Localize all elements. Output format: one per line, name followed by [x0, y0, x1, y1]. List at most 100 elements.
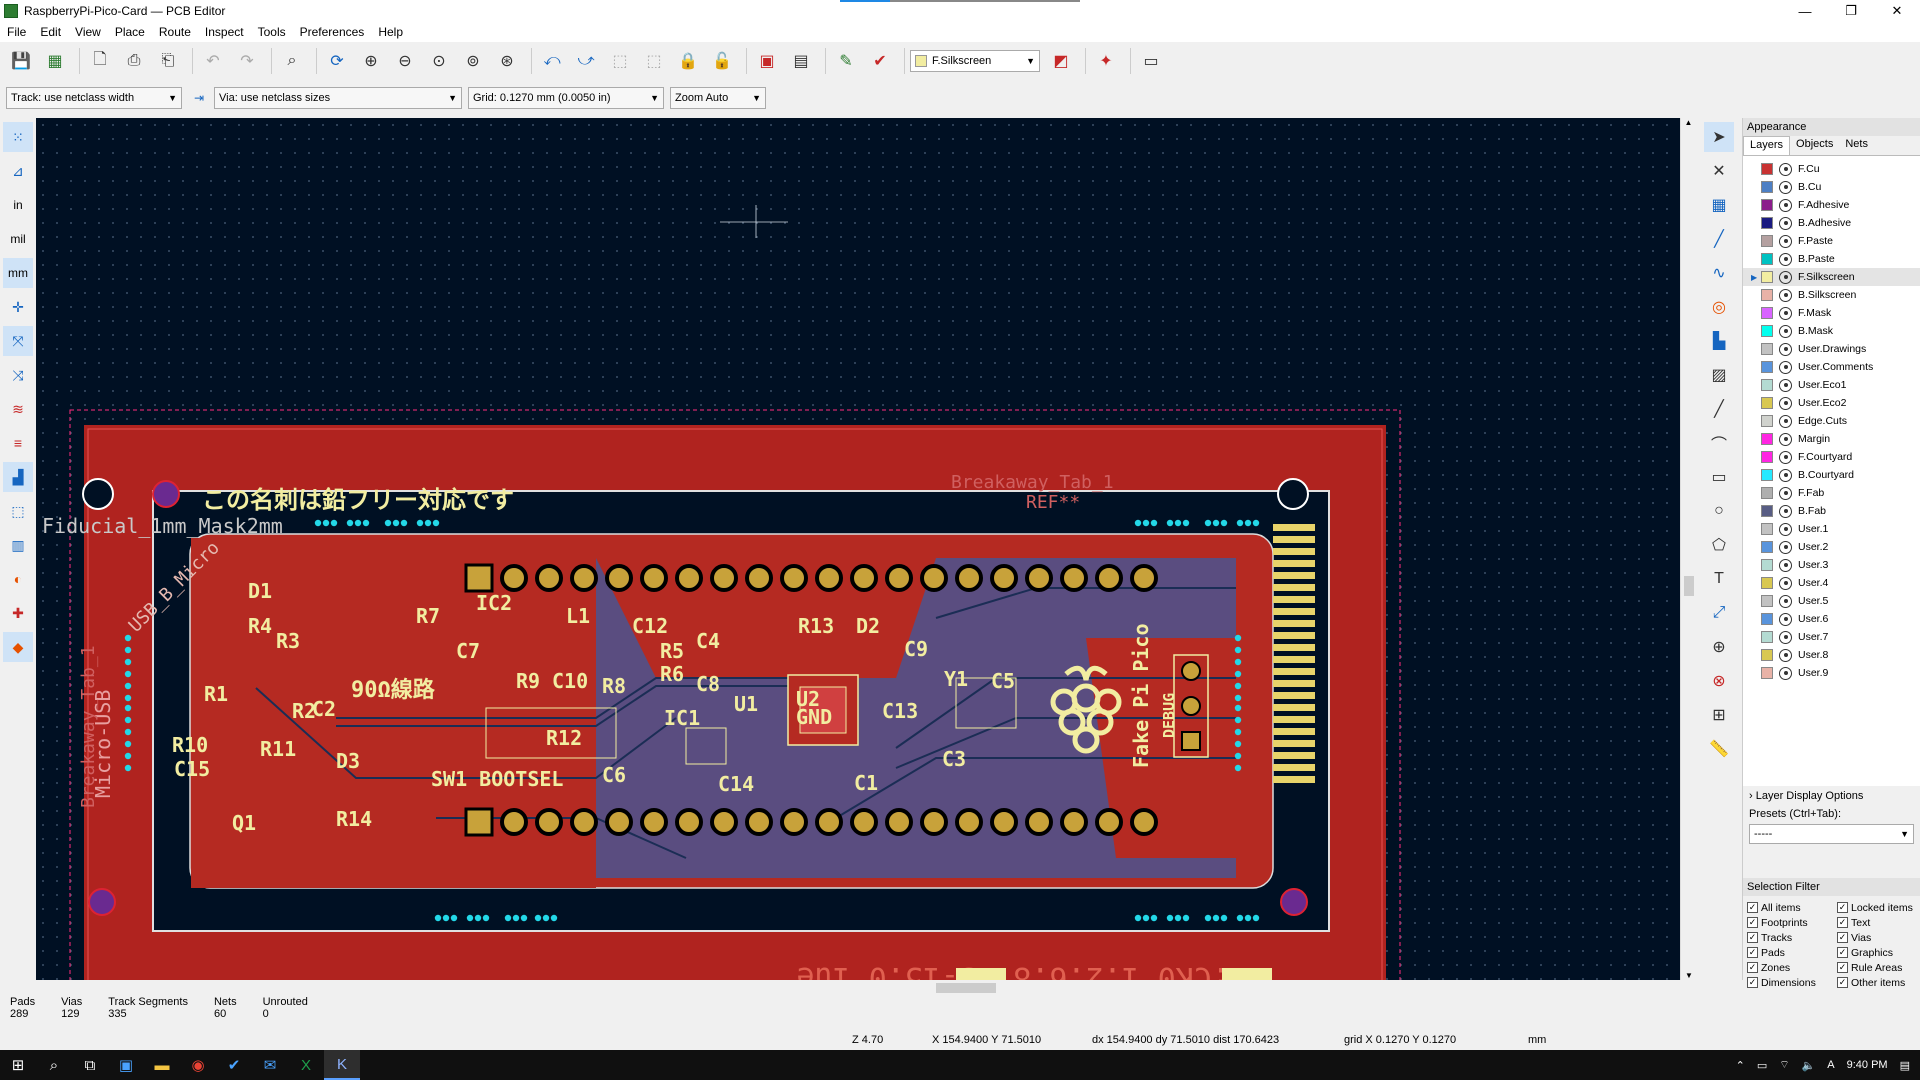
volume-icon[interactable]: 🔈 — [1802, 1059, 1816, 1072]
layer-row[interactable]: User.9 — [1743, 664, 1920, 682]
draw-rectangle-icon[interactable]: ▭ — [1704, 462, 1734, 492]
add-via-icon[interactable]: ◎ — [1704, 292, 1734, 322]
via-display-icon[interactable]: ⬚ — [3, 496, 33, 526]
eye-icon[interactable] — [1779, 522, 1792, 536]
lock-icon[interactable]: 🔒 — [673, 46, 703, 76]
eye-icon[interactable] — [1779, 648, 1792, 662]
tab-nets[interactable]: Nets — [1839, 136, 1874, 155]
checkbox-checked-icon[interactable]: ✓ — [1837, 917, 1848, 928]
ratsnest-icon[interactable]: ⤧ — [3, 326, 33, 356]
eye-icon[interactable] — [1779, 576, 1792, 590]
select-tool-icon[interactable]: ➤ — [1704, 122, 1734, 152]
layer-row[interactable]: User.7 — [1743, 628, 1920, 646]
layer-row[interactable]: F.Cu — [1743, 160, 1920, 178]
kicad-taskbar-icon[interactable]: K — [324, 1050, 360, 1080]
auto-width-icon[interactable]: ⇥ — [188, 87, 210, 109]
checkbox-checked-icon[interactable]: ✓ — [1837, 977, 1848, 988]
layer-row[interactable]: User.5 — [1743, 592, 1920, 610]
layer-color-swatch[interactable] — [1761, 415, 1773, 427]
eye-icon[interactable] — [1779, 342, 1792, 356]
layers-manager-icon[interactable]: ◆ — [3, 632, 33, 662]
track-outline-icon[interactable]: ▥ — [3, 530, 33, 560]
layer-row[interactable]: Edge.Cuts — [1743, 412, 1920, 430]
search-icon[interactable]: ⌕ — [36, 1050, 72, 1080]
menu-tools[interactable]: Tools — [251, 25, 293, 39]
layer-row[interactable]: User.8 — [1743, 646, 1920, 664]
presets-dropdown[interactable]: ----- ▼ — [1749, 824, 1914, 844]
layer-row[interactable]: User.Drawings — [1743, 340, 1920, 358]
menu-help[interactable]: Help — [371, 25, 410, 39]
checkbox-checked-icon[interactable]: ✓ — [1747, 962, 1758, 973]
eye-icon[interactable] — [1779, 486, 1792, 500]
find-icon[interactable]: ⌕ — [277, 46, 307, 76]
layer-row[interactable]: F.Courtyard — [1743, 448, 1920, 466]
selection-filter-checkbox[interactable]: ✓ Zones — [1747, 960, 1837, 975]
network-icon[interactable]: ⌔ — [1779, 1058, 1789, 1072]
selection-filter-checkbox[interactable]: ✓ Vias — [1837, 930, 1920, 945]
zoom-objects-icon[interactable]: ⊚ — [458, 46, 488, 76]
tray-chevron-icon[interactable]: ⌃ — [1736, 1059, 1745, 1072]
eye-icon[interactable] — [1779, 360, 1792, 374]
layer-row[interactable]: F.Mask — [1743, 304, 1920, 322]
layer-color-swatch[interactable] — [1761, 181, 1773, 193]
layer-row[interactable]: User.Eco1 — [1743, 376, 1920, 394]
add-footprint-icon[interactable]: ▦ — [1704, 190, 1734, 220]
print-icon[interactable]: ⎙ — [119, 46, 149, 76]
start-icon[interactable]: ⊞ — [0, 1050, 36, 1080]
horizontal-scrollbar[interactable] — [36, 980, 1696, 996]
checkbox-checked-icon[interactable]: ✓ — [1837, 902, 1848, 913]
zoom-out-icon[interactable]: ⊖ — [390, 46, 420, 76]
checkbox-checked-icon[interactable]: ✓ — [1747, 932, 1758, 943]
layer-color-swatch[interactable] — [1761, 397, 1773, 409]
tab-layers[interactable]: Layers — [1743, 136, 1791, 155]
selection-filter-checkbox[interactable]: ✓ Tracks — [1747, 930, 1837, 945]
save-icon[interactable]: 💾 — [6, 46, 36, 76]
layer-row[interactable]: Margin — [1743, 430, 1920, 448]
layer-row[interactable]: F.Paste — [1743, 232, 1920, 250]
net-inspector-icon[interactable]: ✚ — [3, 598, 33, 628]
scroll-down-icon[interactable]: ▼ — [1681, 971, 1697, 980]
layer-color-swatch[interactable] — [1761, 253, 1773, 265]
cursor-shape-icon[interactable]: ✛ — [3, 292, 33, 322]
eye-icon[interactable] — [1779, 234, 1792, 248]
eye-icon[interactable] — [1779, 324, 1792, 338]
mail-icon[interactable]: ✉ — [252, 1050, 288, 1080]
set-origin-icon[interactable]: ⊞ — [1704, 700, 1734, 730]
zone-fill-icon[interactable]: ≋ — [3, 394, 33, 424]
layer-color-swatch[interactable] — [1761, 577, 1773, 589]
layer-color-swatch[interactable] — [1761, 667, 1773, 679]
draw-arc-icon[interactable]: ⌒ — [1704, 428, 1734, 458]
battery-icon[interactable]: ▭ — [1757, 1059, 1767, 1072]
layer-row[interactable]: User.2 — [1743, 538, 1920, 556]
redo-icon[interactable]: ↷ — [232, 46, 262, 76]
layer-color-swatch[interactable] — [1761, 631, 1773, 643]
layer-selector[interactable]: F.Silkscreen ▼ — [910, 50, 1040, 72]
selection-filter-checkbox[interactable]: ✓ Rule Areas — [1837, 960, 1920, 975]
layer-display-options-toggle[interactable]: › Layer Display Options — [1743, 786, 1920, 806]
units-mm-button[interactable]: mm — [3, 258, 33, 288]
layer-color-swatch[interactable] — [1761, 559, 1773, 571]
layer-row[interactable]: B.Cu — [1743, 178, 1920, 196]
eye-icon[interactable] — [1779, 612, 1792, 626]
eye-icon[interactable] — [1779, 216, 1792, 230]
close-button[interactable]: ✕ — [1874, 0, 1920, 22]
zoom-selection-icon[interactable]: ⊛ — [492, 46, 522, 76]
pcb-canvas[interactable]: この名刺は鉛フリー対応です Fiducial_1mm_Mask2mm USB_B… — [36, 118, 1680, 980]
layer-row[interactable]: ▶ F.Silkscreen — [1743, 268, 1920, 286]
selection-filter-checkbox[interactable]: ✓ All items — [1747, 900, 1837, 915]
drc-icon[interactable]: ✔ — [865, 46, 895, 76]
selection-filter-checkbox[interactable]: ✓ Locked items — [1837, 900, 1920, 915]
tab-objects[interactable]: Objects — [1790, 136, 1839, 155]
task-view-icon[interactable]: ⧉ — [72, 1050, 108, 1080]
scripting-plugin-icon[interactable]: ✦ — [1091, 46, 1121, 76]
layer-color-swatch[interactable] — [1761, 505, 1773, 517]
add-zone-icon[interactable]: ▙ — [1704, 326, 1734, 356]
layer-color-swatch[interactable] — [1761, 199, 1773, 211]
layer-color-swatch[interactable] — [1761, 217, 1773, 229]
layer-color-swatch[interactable] — [1761, 379, 1773, 391]
notifications-icon[interactable]: ▤ — [1900, 1059, 1910, 1072]
layer-row[interactable]: B.Adhesive — [1743, 214, 1920, 232]
plot-icon[interactable]: ⎗ — [153, 46, 183, 76]
layer-row[interactable]: User.Eco2 — [1743, 394, 1920, 412]
refresh-icon[interactable]: ⟳ — [322, 46, 352, 76]
